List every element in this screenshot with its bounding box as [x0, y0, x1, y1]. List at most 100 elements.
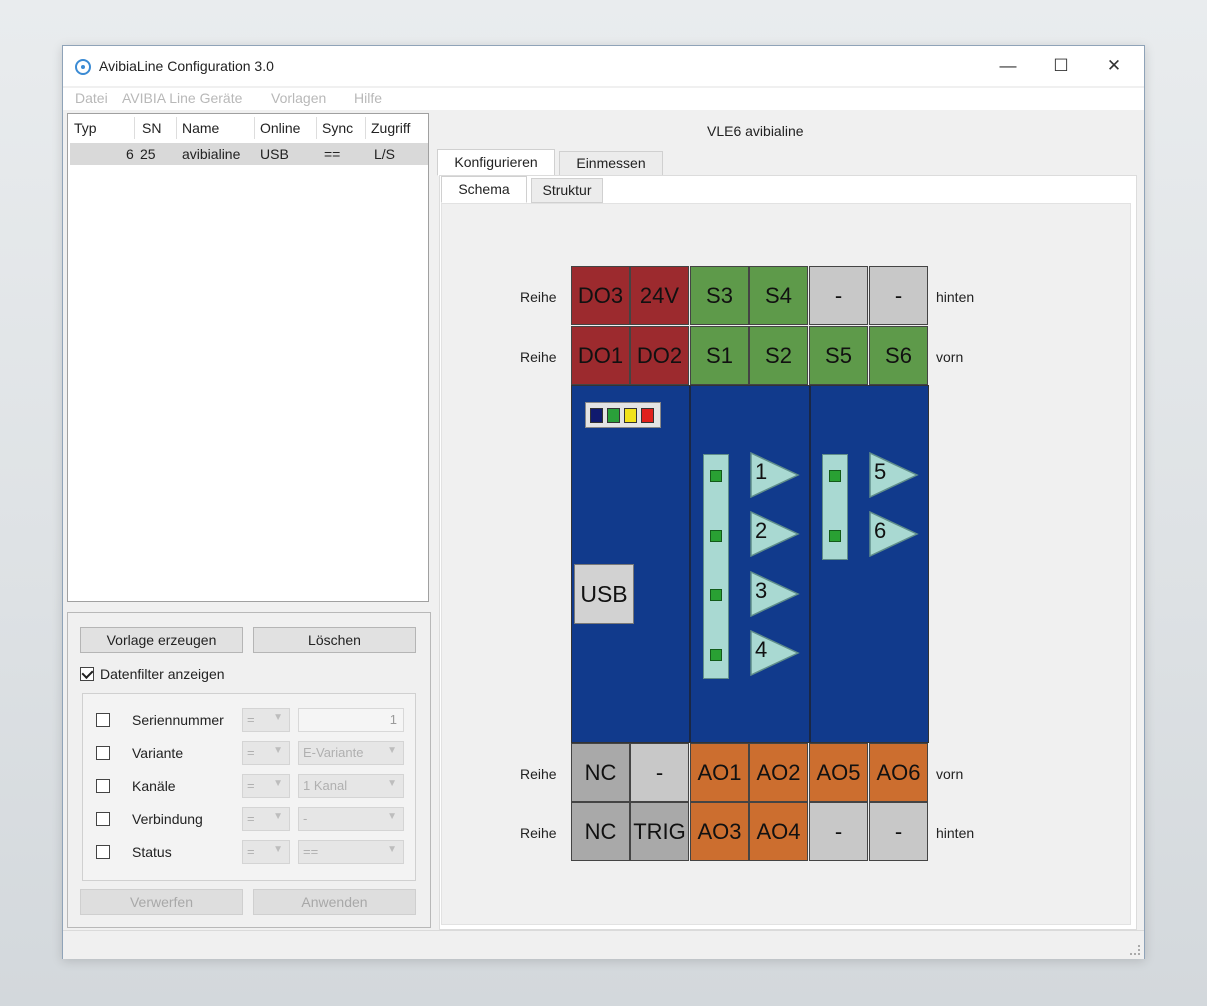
- device-title: VLE6 avibialine: [707, 123, 804, 139]
- terminal-24v[interactable]: 24V: [630, 266, 689, 325]
- close-button[interactable]: ✕: [1099, 54, 1129, 78]
- operator-value: =: [247, 811, 255, 826]
- filter-status-checkbox[interactable]: [96, 845, 110, 859]
- terminal-nc[interactable]: NC: [571, 802, 630, 861]
- show-filter-checkbox[interactable]: [80, 667, 94, 681]
- channel-3-arrow-icon[interactable]: 3: [750, 571, 800, 617]
- side-label-vorn: vorn: [936, 766, 964, 782]
- channel-led: [710, 530, 722, 542]
- channel-1-arrow-icon[interactable]: 1: [750, 452, 800, 498]
- minimize-button[interactable]: —: [993, 54, 1023, 78]
- terminal-ao5[interactable]: AO5: [809, 743, 868, 802]
- select-value: E-Variante: [303, 745, 364, 760]
- terminal-empty[interactable]: -: [869, 802, 928, 861]
- chevron-down-icon: ▼: [387, 745, 397, 756]
- operator-value: =: [247, 745, 255, 760]
- show-filter-label: Datenfilter anzeigen: [100, 666, 225, 682]
- column-name[interactable]: Name: [182, 120, 219, 136]
- side-label-hinten: hinten: [936, 825, 975, 841]
- filter-seriennummer-label: Seriennummer: [132, 712, 224, 728]
- channel-led: [829, 530, 841, 542]
- column-typ[interactable]: Typ: [74, 120, 97, 136]
- terminal-s2[interactable]: S2: [749, 326, 808, 385]
- discard-button[interactable]: Verwerfen: [80, 889, 243, 915]
- status-bar: [63, 930, 1144, 959]
- operator-value: =: [247, 712, 255, 727]
- filter-kanaele-select[interactable]: 1 Kanal ▼: [298, 774, 404, 798]
- menu-datei[interactable]: Datei: [75, 90, 108, 106]
- filter-verbindung-operator[interactable]: = ▼: [242, 807, 290, 831]
- filter-verbindung-checkbox[interactable]: [96, 812, 110, 826]
- channel-bar-a: [703, 454, 729, 679]
- terminal-s5[interactable]: S5: [809, 326, 868, 385]
- terminal-trig[interactable]: TRIG: [630, 802, 689, 861]
- filter-seriennummer-checkbox[interactable]: [96, 713, 110, 727]
- filter-verbindung-select[interactable]: - ▼: [298, 807, 404, 831]
- column-sn[interactable]: SN: [142, 120, 161, 136]
- tab-konfigurieren[interactable]: Konfigurieren: [437, 149, 555, 176]
- tab-einmessen[interactable]: Einmessen: [559, 151, 663, 176]
- channel-2-arrow-icon[interactable]: 2: [750, 511, 800, 557]
- column-divider: [176, 117, 177, 139]
- column-divider: [134, 117, 135, 139]
- terminal-empty[interactable]: -: [809, 802, 868, 861]
- menu-vorlagen[interactable]: Vorlagen: [271, 90, 326, 106]
- filter-variante-checkbox[interactable]: [96, 746, 110, 760]
- device-list[interactable]: Typ SN Name Online Sync Zugriff 6 25 avi…: [67, 113, 429, 602]
- terminal-ao3[interactable]: AO3: [690, 802, 749, 861]
- terminal-empty[interactable]: -: [630, 743, 689, 802]
- table-row[interactable]: 6 25 avibialine USB == L/S: [70, 143, 428, 165]
- usb-port[interactable]: USB: [574, 564, 634, 624]
- app-logo-icon: [75, 59, 91, 75]
- terminal-ao1[interactable]: AO1: [690, 743, 749, 802]
- apply-button[interactable]: Anwenden: [253, 889, 416, 915]
- terminal-ao4[interactable]: AO4: [749, 802, 808, 861]
- terminal-ao6[interactable]: AO6: [869, 743, 928, 802]
- column-zugriff[interactable]: Zugriff: [371, 120, 410, 136]
- select-value: ==: [303, 844, 319, 859]
- status-led-strip: [585, 402, 661, 428]
- terminal-s4[interactable]: S4: [749, 266, 808, 325]
- filter-status-operator[interactable]: = ▼: [242, 840, 290, 864]
- filter-status-select[interactable]: == ▼: [298, 840, 404, 864]
- terminal-s1[interactable]: S1: [690, 326, 749, 385]
- menu-avibia-line-geraete[interactable]: AVIBIA Line Geräte: [122, 90, 242, 106]
- terminal-s3[interactable]: S3: [690, 266, 749, 325]
- terminal-s6[interactable]: S6: [869, 326, 928, 385]
- channel-6-arrow-icon[interactable]: 6: [869, 511, 919, 557]
- filter-variante-select[interactable]: E-Variante ▼: [298, 741, 404, 765]
- column-online[interactable]: Online: [260, 120, 300, 136]
- resize-grip-icon[interactable]: [1130, 945, 1140, 955]
- terminal-empty[interactable]: -: [869, 266, 928, 325]
- filter-variante-operator[interactable]: = ▼: [242, 741, 290, 765]
- status-led-blue: [590, 408, 603, 423]
- delete-button[interactable]: Löschen: [253, 627, 416, 653]
- terminal-do3[interactable]: DO3: [571, 266, 630, 325]
- terminal-ao2[interactable]: AO2: [749, 743, 808, 802]
- tab-struktur[interactable]: Struktur: [531, 178, 603, 203]
- channel-5-arrow-icon[interactable]: 5: [869, 452, 919, 498]
- create-template-button[interactable]: Vorlage erzeugen: [80, 627, 243, 653]
- select-value: -: [303, 811, 308, 826]
- side-label-hinten: hinten: [936, 289, 975, 305]
- filter-seriennummer-input[interactable]: 1: [298, 708, 404, 732]
- terminal-do1[interactable]: DO1: [571, 326, 630, 385]
- cell-zugriff: L/S: [374, 146, 396, 162]
- channel-4-arrow-icon[interactable]: 4: [750, 630, 800, 676]
- maximize-button[interactable]: ☐: [1046, 54, 1076, 78]
- filter-kanaele-operator[interactable]: = ▼: [242, 774, 290, 798]
- cell-sn: 25: [140, 146, 156, 162]
- column-sync[interactable]: Sync: [322, 120, 353, 136]
- terminal-empty[interactable]: -: [809, 266, 868, 325]
- filter-seriennummer-operator[interactable]: = ▼: [242, 708, 290, 732]
- operator-value: =: [247, 844, 255, 859]
- menu-hilfe[interactable]: Hilfe: [354, 90, 382, 106]
- board-divider: [689, 386, 691, 742]
- terminal-do2[interactable]: DO2: [630, 326, 689, 385]
- filter-kanaele-checkbox[interactable]: [96, 779, 110, 793]
- title-bar: AvibiaLine Configuration 3.0 — ☐ ✕: [63, 46, 1144, 86]
- tab-schema[interactable]: Schema: [441, 176, 527, 203]
- channel-led: [710, 470, 722, 482]
- terminal-nc[interactable]: NC: [571, 743, 630, 802]
- menu-bar: Datei AVIBIA Line Geräte Vorlagen Hilfe: [63, 88, 1144, 110]
